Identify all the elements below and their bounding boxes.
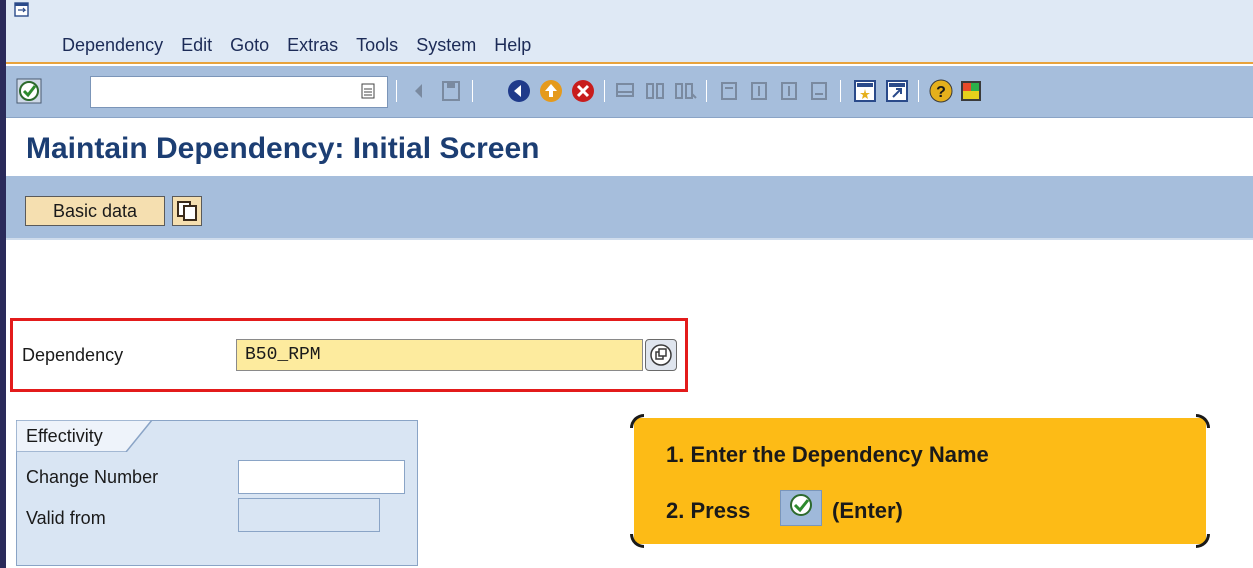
toolbar-separator bbox=[396, 80, 397, 102]
page-title: Maintain Dependency: Initial Screen bbox=[26, 132, 540, 165]
find-next-icon[interactable] bbox=[672, 78, 698, 104]
valid-from-label: Valid from bbox=[26, 508, 106, 528]
dependency-label: Dependency bbox=[22, 345, 124, 365]
toolbar-separator bbox=[706, 80, 707, 102]
toolbar-separator bbox=[840, 80, 841, 102]
layout-icon[interactable] bbox=[958, 78, 984, 104]
application-toolbar: Basic data bbox=[6, 176, 1253, 240]
callout-corner bbox=[1196, 414, 1210, 428]
help-icon[interactable]: ? bbox=[928, 78, 954, 104]
last-page-icon[interactable] bbox=[806, 78, 832, 104]
command-field[interactable] bbox=[90, 76, 388, 108]
save-icon[interactable] bbox=[438, 78, 464, 104]
shortcut-icon[interactable] bbox=[884, 78, 910, 104]
title-area: Maintain Dependency: Initial Screen bbox=[6, 118, 1253, 176]
search-help-icon bbox=[650, 344, 672, 366]
callout-enter-button-image bbox=[780, 490, 822, 526]
menu-help[interactable]: Help bbox=[494, 35, 531, 56]
change-number-input[interactable] bbox=[238, 460, 405, 494]
menu-dependency[interactable]: Dependency bbox=[62, 35, 163, 56]
change-number-label: Change Number bbox=[26, 467, 159, 487]
system-menu-icon[interactable] bbox=[14, 2, 30, 18]
find-icon[interactable] bbox=[642, 78, 668, 104]
dependency-input[interactable]: B50_RPM bbox=[236, 339, 643, 371]
instruction-callout bbox=[634, 418, 1206, 544]
dependency-search-help-button[interactable] bbox=[645, 339, 677, 371]
print-icon[interactable] bbox=[612, 78, 638, 104]
valid-from-input bbox=[238, 498, 380, 532]
next-page-icon[interactable] bbox=[776, 78, 802, 104]
svg-text:?: ? bbox=[936, 84, 946, 101]
back-icon[interactable] bbox=[506, 78, 532, 104]
menu-goto[interactable]: Goto bbox=[230, 35, 269, 56]
menu-edit[interactable]: Edit bbox=[181, 35, 212, 56]
menubar: Dependency Edit Goto Extras Tools System… bbox=[62, 35, 549, 56]
callout-corner bbox=[630, 534, 644, 548]
toolbar-separator bbox=[918, 80, 919, 102]
menu-tools[interactable]: Tools bbox=[356, 35, 398, 56]
basic-data-button[interactable]: Basic data bbox=[25, 196, 165, 226]
toolbar-separator bbox=[604, 80, 605, 102]
callout-step-2-prefix: 2. Press bbox=[666, 498, 751, 523]
copy-from-button[interactable] bbox=[172, 196, 202, 226]
callout-corner bbox=[630, 414, 644, 428]
create-session-icon[interactable] bbox=[852, 78, 878, 104]
toolbar-separator bbox=[472, 80, 473, 102]
effectivity-title: Effectivity bbox=[26, 426, 103, 446]
callout-step-2-suffix: (Enter) bbox=[832, 498, 903, 523]
command-dropdown-icon[interactable] bbox=[361, 83, 375, 99]
enter-icon[interactable] bbox=[16, 78, 42, 104]
back-arrow-icon[interactable] bbox=[406, 78, 432, 104]
callout-step-1: 1. Enter the Dependency Name bbox=[666, 442, 989, 467]
enter-icon bbox=[790, 494, 812, 516]
menu-area: Dependency Edit Goto Extras Tools System… bbox=[6, 0, 1253, 64]
menu-extras[interactable]: Extras bbox=[287, 35, 338, 56]
menu-system[interactable]: System bbox=[416, 35, 476, 56]
copy-icon bbox=[177, 201, 197, 221]
sap-window: Dependency Edit Goto Extras Tools System… bbox=[0, 0, 1253, 568]
cancel-icon[interactable] bbox=[570, 78, 596, 104]
callout-corner bbox=[1196, 534, 1210, 548]
exit-icon[interactable] bbox=[538, 78, 564, 104]
first-page-icon[interactable] bbox=[716, 78, 742, 104]
previous-page-icon[interactable] bbox=[746, 78, 772, 104]
standard-toolbar: ? bbox=[6, 66, 1253, 118]
